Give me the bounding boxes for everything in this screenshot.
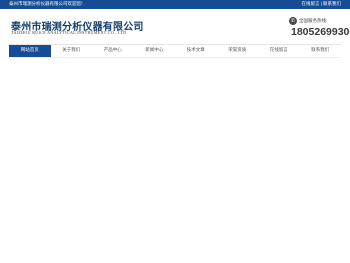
nav-item-contact[interactable]: 联系我们	[300, 45, 342, 57]
nav-item-message[interactable]: 在线留言	[258, 45, 300, 57]
nav-item-about[interactable]: 关于我们	[51, 45, 93, 57]
company-name-en: TAIZHOU RUICE ANALYTICAL INSTRUMENT CO.,…	[11, 30, 127, 35]
nav-item-home[interactable]: 网站首页	[9, 45, 51, 57]
hotline-number: 18052699306	[291, 26, 350, 38]
top-links: 在线留言|联系我们	[301, 1, 341, 8]
nav-underline	[9, 57, 341, 58]
nav-item-news[interactable]: 新闻中心	[134, 45, 176, 57]
phone-icon: ✆	[289, 17, 297, 25]
hotline-label: 全国服务热线:	[299, 19, 328, 24]
main-nav: 网站首页 关于我们 产品中心 新闻中心 技术文章 荣誉资质 在线留言 联系我们	[9, 45, 341, 57]
nav-item-honors[interactable]: 荣誉资质	[217, 45, 259, 57]
top-link-message[interactable]: 在线留言	[301, 2, 319, 7]
top-bar: 泰州市瑞测分析仪器有限公司欢迎您! 在线留言|联系我们	[0, 0, 350, 9]
nav-item-articles[interactable]: 技术文章	[175, 45, 217, 57]
top-link-contact[interactable]: 联系我们	[323, 2, 341, 7]
welcome-text: 泰州市瑞测分析仪器有限公司欢迎您!	[9, 2, 83, 7]
nav-item-products[interactable]: 产品中心	[92, 45, 134, 57]
site-header: 泰州市瑞测分析仪器有限公司 TAIZHOU RUICE ANALYTICAL I…	[0, 9, 350, 43]
